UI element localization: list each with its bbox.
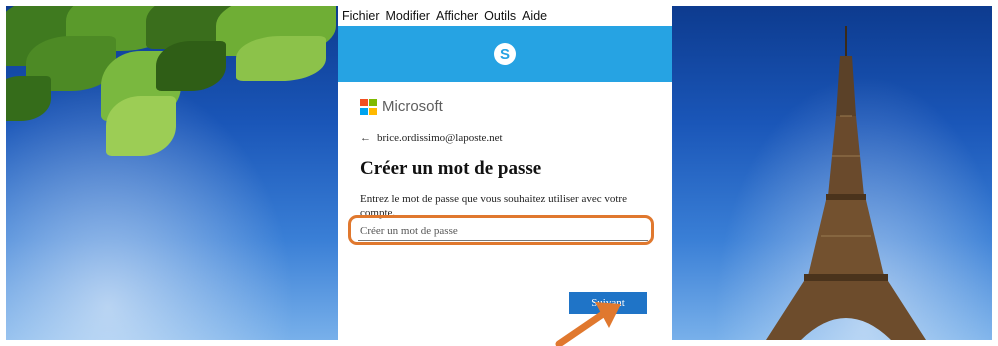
page-title: Créer un mot de passe — [360, 158, 542, 179]
back-arrow-icon[interactable]: ← — [360, 132, 371, 144]
microsoft-label: Microsoft — [382, 98, 443, 115]
eiffel-tower — [766, 26, 926, 340]
menu-afficher[interactable]: Afficher — [436, 9, 478, 23]
microsoft-brand: Microsoft — [360, 98, 443, 115]
account-email-row: ← brice.ordissimo@laposte.net — [360, 132, 503, 144]
menu-fichier[interactable]: Fichier — [342, 9, 380, 23]
password-input[interactable] — [358, 222, 648, 241]
skype-header: S — [338, 26, 672, 82]
menu-outils[interactable]: Outils — [484, 9, 516, 23]
skype-window: Fichier Modifier Afficher Outils Aide S … — [338, 6, 672, 340]
account-email: brice.ordissimo@laposte.net — [377, 132, 503, 144]
microsoft-logo-icon — [360, 98, 377, 115]
menu-modifier[interactable]: Modifier — [386, 9, 430, 23]
pointer-arrow-icon — [555, 302, 621, 346]
menu-aide[interactable]: Aide — [522, 9, 547, 23]
skype-icon: S — [494, 43, 516, 65]
menu-bar: Fichier Modifier Afficher Outils Aide — [338, 6, 672, 26]
